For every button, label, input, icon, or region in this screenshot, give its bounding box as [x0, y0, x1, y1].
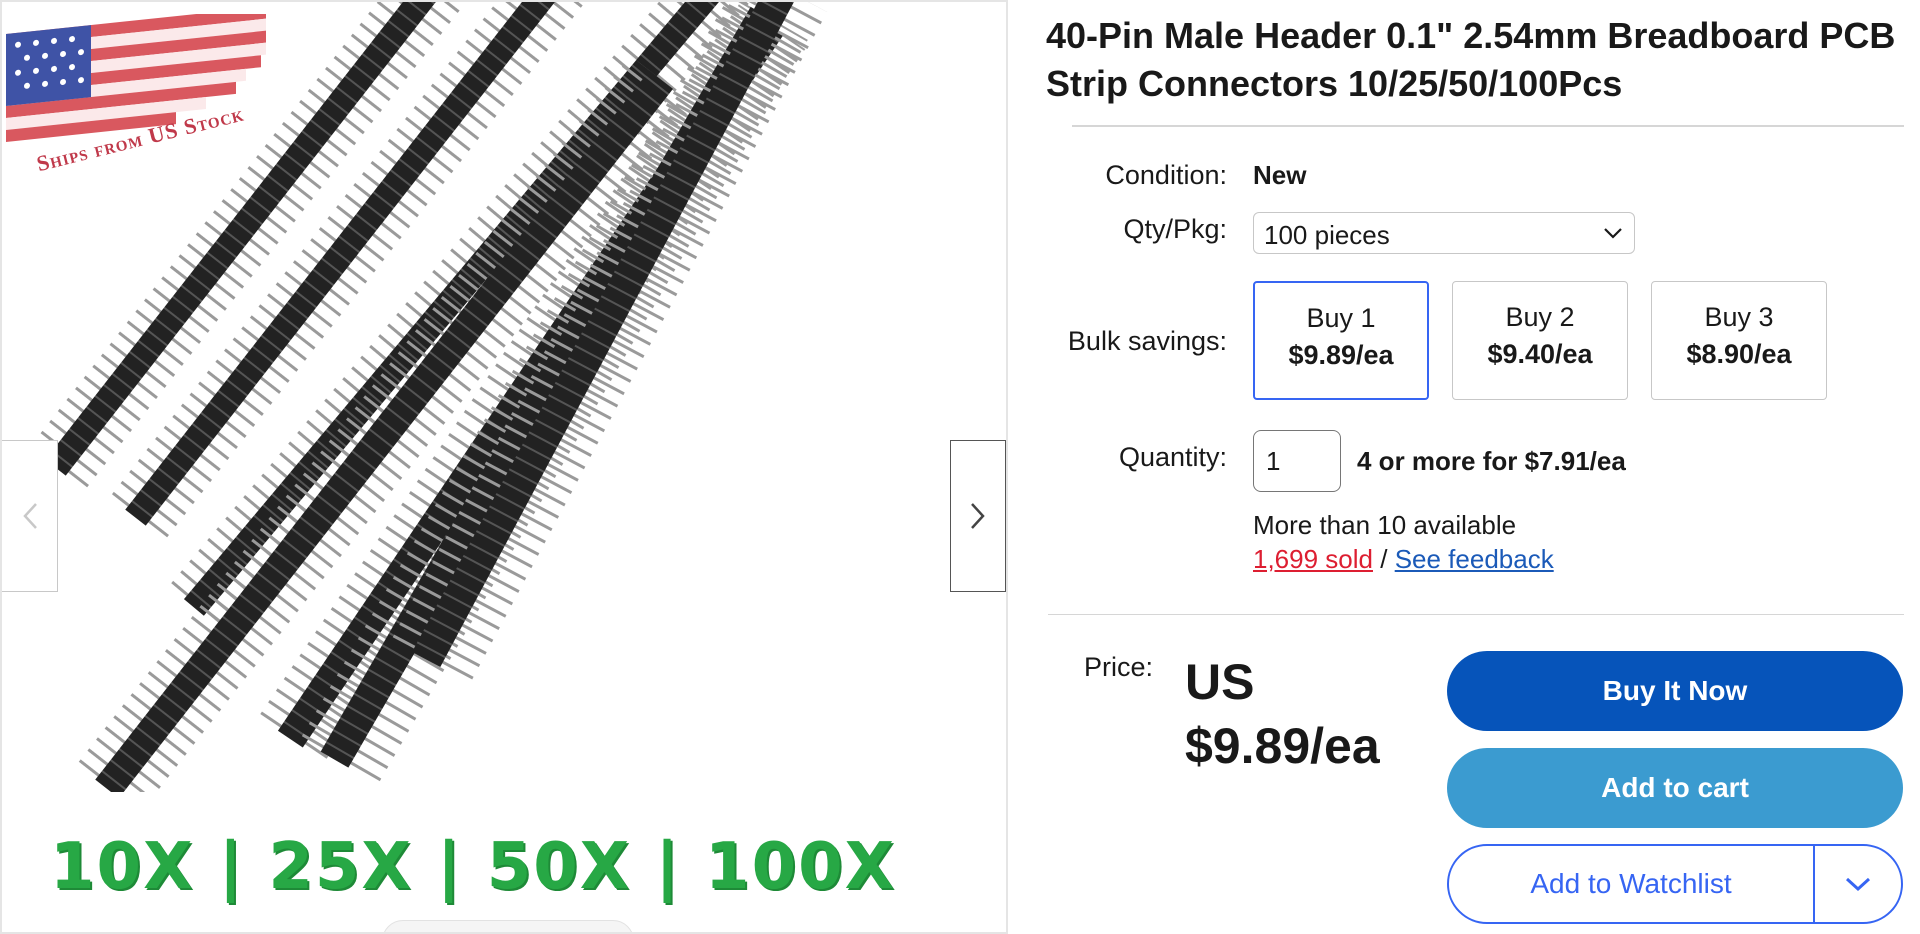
watchlist-dropdown-button[interactable] — [1815, 846, 1901, 922]
price-label: Price: — [1084, 652, 1154, 682]
watchlist-group: Add to Watchlist — [1447, 844, 1903, 924]
bulk-option-qty: Buy 1 — [1306, 303, 1376, 333]
bulk-option-price: $8.90/ea — [1686, 339, 1792, 369]
sold-count-link[interactable]: 1,699 sold — [1253, 544, 1373, 574]
bulk-option-buy-1[interactable]: Buy 1 $9.89/ea — [1253, 281, 1429, 400]
previous-image-button[interactable] — [2, 440, 58, 592]
qty-pkg-select[interactable]: 100 pieces — [1253, 212, 1635, 254]
availability-text: More than 10 available — [1253, 510, 1517, 540]
add-to-watchlist-button[interactable]: Add to Watchlist — [1449, 846, 1815, 922]
bulk-savings-label: Bulk savings: — [1067, 326, 1227, 356]
chevron-down-icon — [1845, 877, 1871, 892]
divider — [1072, 125, 1904, 127]
bulk-option-price: $9.89/ea — [1288, 340, 1394, 370]
bulk-option-qty: Buy 2 — [1505, 302, 1575, 332]
buy-it-now-button[interactable]: Buy It Now — [1447, 651, 1903, 731]
quantity-input[interactable]: 1 — [1253, 430, 1341, 492]
chevron-right-icon — [971, 503, 985, 529]
qty-pkg-label: Qty/Pkg: — [1123, 214, 1227, 244]
add-to-cart-button[interactable]: Add to cart — [1447, 748, 1903, 828]
sold-feedback-row: 1,699 sold / See feedback — [1253, 544, 1554, 575]
see-feedback-link[interactable]: See feedback — [1395, 544, 1554, 574]
qty-pkg-selected: 100 pieces — [1264, 220, 1390, 250]
product-title: 40-Pin Male Header 0.1" 2.54mm Breadboar… — [1046, 15, 1896, 104]
bulk-option-buy-3[interactable]: Buy 3 $8.90/ea — [1651, 281, 1827, 400]
image-gallery: Ships from US Stock 10X | 25X | 50X | 10… — [0, 0, 1008, 934]
separator: / — [1380, 544, 1388, 574]
quantity-value: 1 — [1266, 446, 1281, 476]
chevron-left-icon — [22, 503, 37, 529]
condition-value: New — [1253, 160, 1307, 190]
volume-deal-text: 4 or more for $7.91/ea — [1357, 446, 1626, 476]
bulk-option-qty: Buy 3 — [1704, 302, 1774, 332]
chevron-down-icon — [1604, 228, 1622, 239]
condition-label: Condition: — [1105, 160, 1227, 190]
bulk-option-price: $9.40/ea — [1487, 339, 1593, 369]
divider — [1048, 614, 1904, 615]
quantity-label: Quantity: — [1118, 442, 1227, 472]
next-image-button[interactable] — [950, 440, 1006, 592]
pack-size-strip: 10X | 25X | 50X | 100X — [50, 830, 896, 904]
price-value: US $9.89/ea — [1185, 654, 1380, 774]
bulk-option-buy-2[interactable]: Buy 2 $9.40/ea — [1452, 281, 1628, 400]
image-pagination[interactable] — [382, 920, 634, 932]
